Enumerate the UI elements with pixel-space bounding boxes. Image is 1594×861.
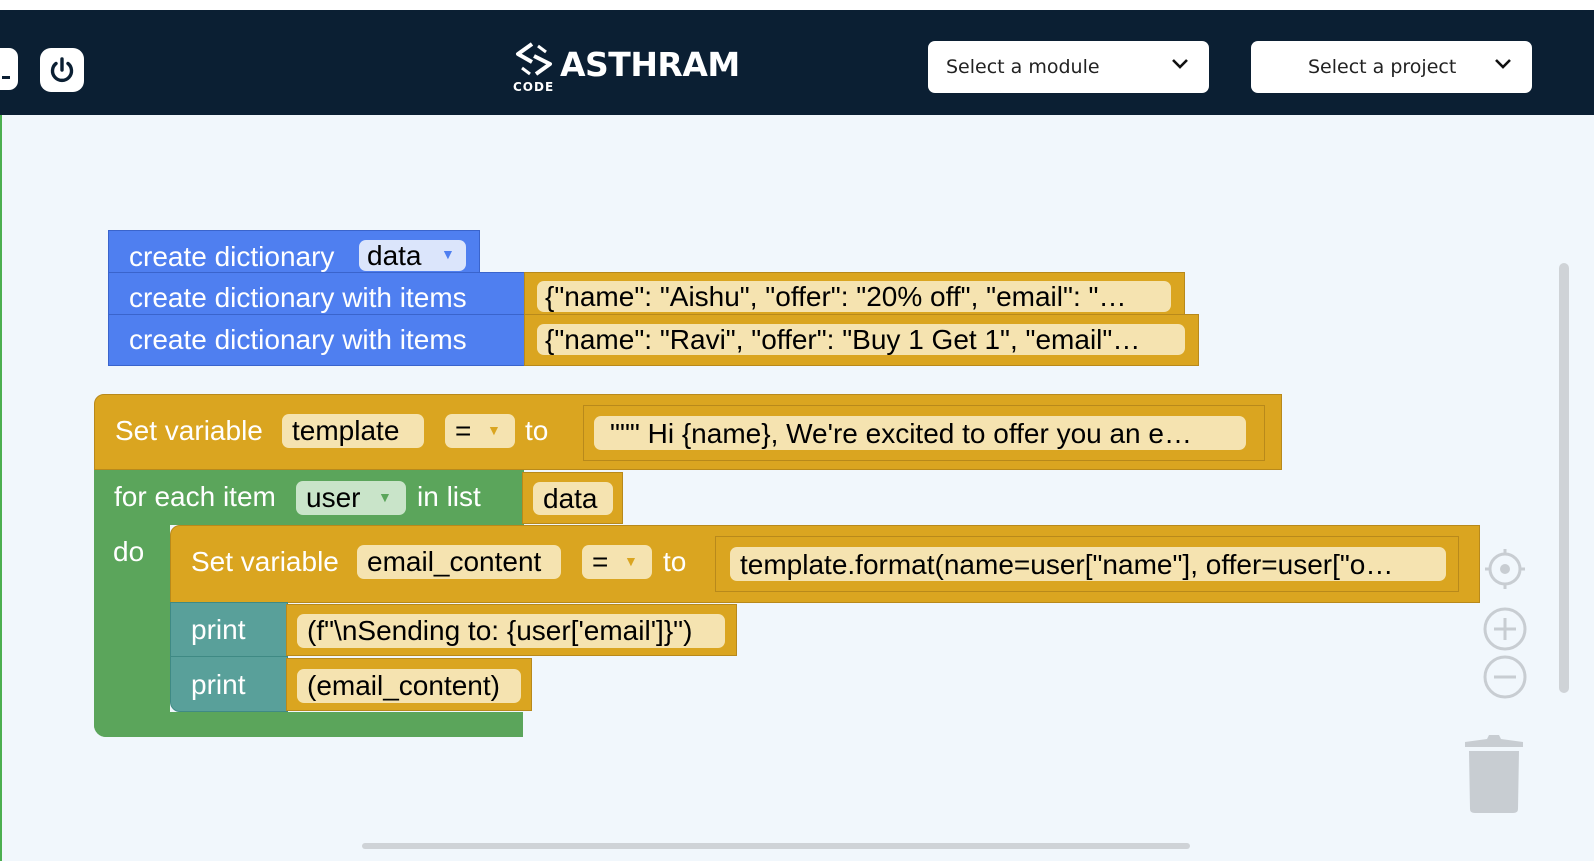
text-value: {"name": "Aishu", "offer": "20% off", "e… [545, 281, 1127, 312]
text-field[interactable]: template.format(name=user["name"], offer… [730, 547, 1446, 581]
recenter-button[interactable] [1483, 547, 1527, 596]
variable-dropdown[interactable]: data ▼ [359, 240, 466, 271]
dropdown-arrow-icon: ▼ [487, 422, 501, 438]
sidebar-toggle[interactable] [0, 48, 18, 90]
zoom-out-icon [1483, 655, 1527, 699]
variable-name: template [292, 415, 400, 446]
do-label: do [113, 536, 145, 567]
in-list-label: in list [417, 481, 481, 512]
operator-value: = [455, 415, 472, 446]
text-value-block[interactable]: (email_content) [286, 658, 532, 711]
text-field[interactable]: (f"\nSending to: {user['email']}") [297, 614, 725, 648]
for-each-block[interactable]: for each item user ▼ in list [94, 470, 524, 525]
block-label: for each item [114, 481, 276, 512]
operator-dropdown[interactable]: = ▼ [445, 414, 515, 448]
to-label: to [525, 415, 549, 446]
dropdown-arrow-icon: ▼ [378, 489, 392, 505]
dropdown-arrow-icon: ▼ [441, 246, 455, 262]
create-dictionary-items-block[interactable]: create dictionary with items [108, 272, 526, 316]
block-label: Set variable [115, 415, 263, 446]
set-variable-block[interactable]: Set variable email_content = ▼ to templa… [170, 525, 1480, 603]
chevron-down-icon [1172, 59, 1188, 69]
block-label: create dictionary with items [129, 282, 467, 313]
dropdown-arrow-icon: ▼ [624, 553, 638, 569]
blockly-workspace[interactable]: create dictionary data ▼ create dictiona… [0, 115, 1594, 861]
power-icon [50, 57, 74, 82]
create-dictionary-items-block[interactable]: create dictionary with items [108, 314, 526, 366]
horizontal-scrollbar[interactable] [362, 843, 1190, 849]
text-value: (email_content) [307, 670, 500, 701]
expression-value-block[interactable]: template.format(name=user["name"], offer… [715, 536, 1459, 592]
logo-text: ASTHRAM [560, 44, 740, 84]
project-select-value: Select a project [1308, 56, 1457, 78]
for-each-bottom-arm [94, 712, 523, 737]
zoom-in-icon [1483, 607, 1527, 651]
text-value: """ Hi {name}, We're excited to offer yo… [610, 418, 1192, 449]
text-value-block[interactable]: (f"\nSending to: {user['email']}") [286, 604, 737, 656]
app-header: CODE ASTHRAM Select a module Select a pr… [0, 10, 1594, 115]
app-logo: CODE ASTHRAM [512, 40, 740, 96]
project-select[interactable]: Select a project [1251, 41, 1532, 93]
variable-field[interactable]: template [282, 414, 424, 448]
top-strip [0, 0, 1594, 10]
variable-field[interactable]: email_content [357, 545, 561, 579]
logo-subtext: CODE [513, 80, 555, 94]
zoom-out-button[interactable] [1482, 654, 1528, 705]
list-value-block[interactable]: data [522, 472, 623, 524]
text-value-block[interactable]: {"name": "Aishu", "offer": "20% off", "e… [524, 272, 1185, 316]
operator-value: = [592, 546, 609, 577]
text-value-block[interactable]: {"name": "Ravi", "offer": "Buy 1 Get 1",… [524, 314, 1199, 366]
block-label: create dictionary [129, 241, 335, 272]
loop-variable-dropdown[interactable]: user ▼ [296, 481, 406, 515]
logo-mark-icon: CODE [512, 40, 558, 96]
print-block[interactable]: print [170, 602, 288, 657]
zoom-in-button[interactable] [1482, 606, 1528, 657]
expression-value: template.format(name=user["name"], offer… [740, 549, 1394, 580]
variable-name: data [367, 240, 422, 271]
variable-name: email_content [367, 546, 542, 577]
power-button[interactable] [40, 48, 84, 92]
trash-icon [1465, 735, 1523, 813]
text-field[interactable]: data [533, 482, 613, 515]
crosshair-icon [1485, 549, 1525, 589]
variable-name: user [306, 482, 361, 513]
chevron-down-icon [1495, 59, 1511, 69]
text-value: {"name": "Ravi", "offer": "Buy 1 Get 1",… [545, 324, 1141, 355]
block-label: print [191, 669, 246, 700]
text-field[interactable]: (email_content) [297, 669, 521, 703]
set-variable-block[interactable]: Set variable template = ▼ to """ Hi {nam… [94, 394, 1282, 470]
text-field[interactable]: {"name": "Aishu", "offer": "20% off", "e… [537, 281, 1171, 312]
block-label: print [191, 614, 246, 645]
operator-dropdown[interactable]: = ▼ [582, 545, 652, 579]
trash-button[interactable] [1463, 733, 1525, 820]
module-select[interactable]: Select a module [928, 41, 1209, 93]
to-label: to [663, 546, 687, 577]
print-block[interactable]: print [170, 656, 288, 712]
vertical-scrollbar[interactable] [1559, 263, 1569, 693]
create-dictionary-block[interactable]: create dictionary data ▼ [108, 230, 480, 274]
text-value-block[interactable]: """ Hi {name}, We're excited to offer yo… [583, 405, 1265, 461]
list-name: data [543, 483, 598, 514]
block-label: Set variable [191, 546, 339, 577]
text-field[interactable]: """ Hi {name}, We're excited to offer yo… [594, 416, 1246, 450]
block-label: create dictionary with items [129, 324, 467, 355]
text-field[interactable]: {"name": "Ravi", "offer": "Buy 1 Get 1",… [537, 324, 1185, 355]
module-select-value: Select a module [946, 56, 1100, 78]
text-value: (f"\nSending to: {user['email']}") [307, 615, 693, 646]
